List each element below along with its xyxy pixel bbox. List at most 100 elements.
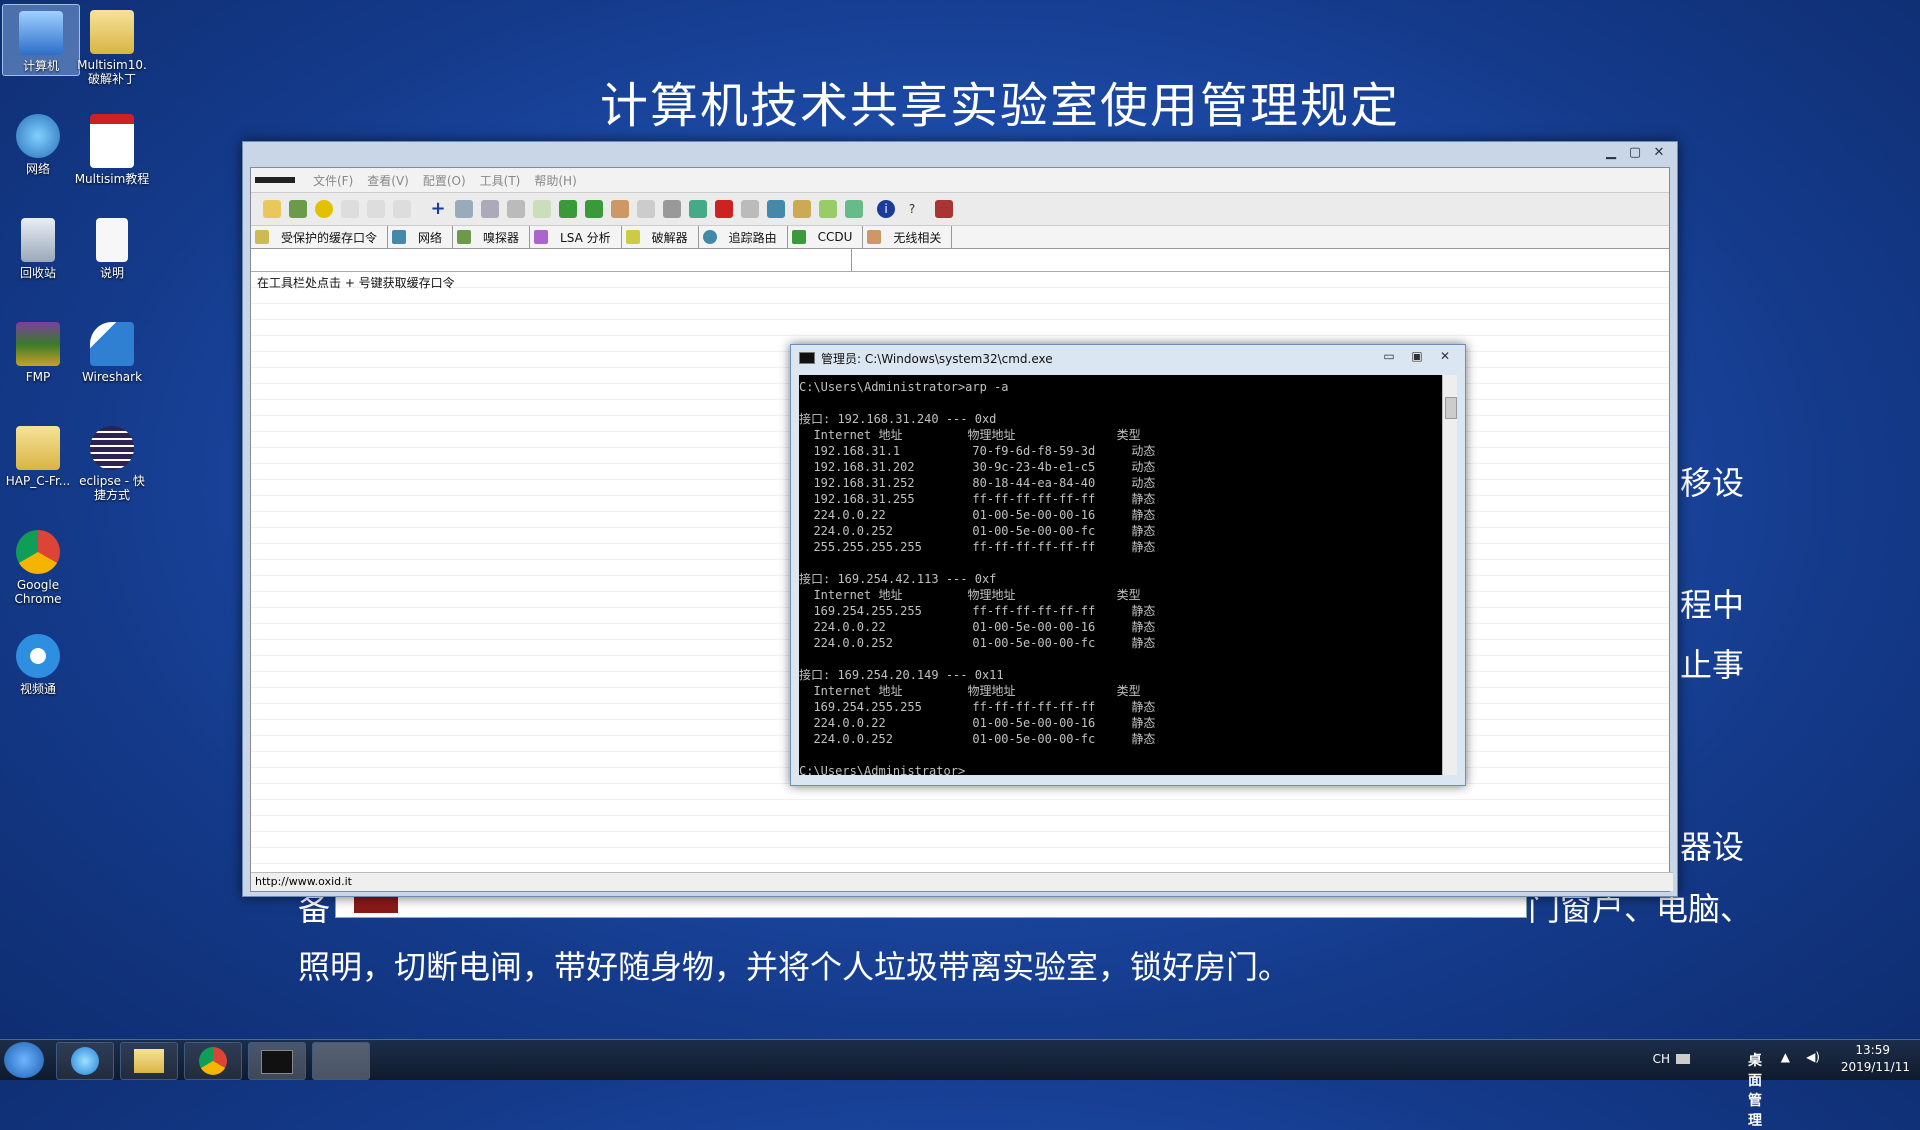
tab-protected-cache[interactable]: 受保护的缓存口令	[251, 226, 389, 248]
copy-icon[interactable]	[741, 200, 759, 218]
eclipse-shortcut-icon[interactable]: eclipse - 快捷方式	[74, 420, 150, 502]
md5-icon[interactable]	[559, 200, 577, 218]
clock-date[interactable]: 2019/11/11	[1841, 1060, 1910, 1074]
radiation-icon[interactable]	[315, 200, 333, 218]
taskbar: CH 桌面管理 ▲ ◀) 13:59 2019/11/11	[0, 1039, 1920, 1129]
http-auth-icon[interactable]	[341, 200, 359, 218]
status-bar: http://www.oxid.it	[251, 872, 1673, 891]
info-icon[interactable]: i	[877, 200, 895, 218]
ie-taskbar-button[interactable]	[56, 1042, 114, 1080]
sniffer-icon[interactable]	[289, 200, 307, 218]
stop-icon[interactable]	[715, 200, 733, 218]
clock-time[interactable]: 13:59	[1855, 1043, 1890, 1057]
board-icon[interactable]	[689, 200, 707, 218]
scroll-thumb[interactable]	[1445, 397, 1457, 419]
folder-icon	[16, 426, 60, 470]
list-header	[251, 249, 1669, 272]
readme-icon[interactable]: 说明	[74, 212, 150, 280]
cmd-console[interactable]: C:\Users\Administrator>arp -a 接口: 192.16…	[799, 375, 1449, 775]
fmp-icon[interactable]: FMP	[0, 316, 76, 384]
cmd-scrollbar[interactable]	[1442, 375, 1457, 775]
plus-icon[interactable]: +	[429, 200, 447, 218]
key-icon	[255, 230, 269, 244]
computer-icon[interactable]: 计算机	[2, 4, 80, 76]
tab-label: 网络	[418, 230, 443, 245]
pdf-icon	[90, 114, 134, 168]
edit-icon[interactable]	[819, 200, 837, 218]
decoder-icon[interactable]	[481, 200, 499, 218]
tab-traceroute[interactable]: 追踪路由	[699, 226, 788, 248]
chrome-shortcut-icon[interactable]: Google Chrome	[0, 524, 76, 606]
multisim-crack-folder-icon[interactable]: Multisim10.破解补丁	[74, 4, 150, 86]
grid-icon[interactable]	[637, 200, 655, 218]
console-icon	[261, 1050, 293, 1074]
refresh-icon[interactable]	[455, 200, 473, 218]
app-logo-icon	[255, 177, 295, 183]
menu-config[interactable]: 配置(O)	[423, 172, 466, 189]
restore-button[interactable]: ▣	[1403, 347, 1431, 365]
minimize-button[interactable]: ▭	[1375, 347, 1403, 365]
keyboard-icon[interactable]	[1676, 1054, 1690, 1064]
menu-file[interactable]: 文件(F)	[313, 172, 353, 189]
db-icon[interactable]	[793, 200, 811, 218]
tray-arrow-icon[interactable]: ▲	[1781, 1050, 1790, 1064]
key-icon[interactable]	[611, 200, 629, 218]
hash-icon[interactable]	[533, 200, 551, 218]
minimize-button[interactable]: ▁	[1599, 144, 1623, 162]
wireshark-icon[interactable]: Wireshark	[74, 316, 150, 384]
folder-icon	[90, 10, 134, 54]
mqp-icon[interactable]	[585, 200, 603, 218]
tab-cracker[interactable]: 破解器	[622, 226, 699, 248]
open-icon[interactable]	[263, 200, 281, 218]
network-tool-icon[interactable]	[767, 200, 785, 218]
hap-folder-icon[interactable]: HAP_C-Fr...	[0, 420, 76, 488]
menu-view[interactable]: 查看(V)	[367, 172, 409, 189]
recycle-bin-icon[interactable]: 回收站	[0, 212, 76, 280]
document-icon	[96, 218, 128, 262]
tab-bar: 受保护的缓存口令 网络 嗅探器 LSA 分析 破解器 追踪路由 CCDU 无线相…	[251, 226, 1669, 249]
help-icon[interactable]: ?	[903, 200, 921, 218]
base64-icon[interactable]	[507, 200, 525, 218]
tab-ccdu[interactable]: CCDU	[788, 226, 864, 248]
shark-fin-icon	[90, 322, 134, 366]
maximize-button[interactable]: ▢	[1623, 144, 1647, 162]
console-icon	[799, 352, 815, 364]
close-button[interactable]: ✕	[1431, 347, 1459, 365]
icon-label: eclipse - 快捷方式	[79, 474, 145, 502]
start-button[interactable]	[4, 1042, 44, 1078]
password-icon[interactable]	[663, 200, 681, 218]
ccdu-icon	[791, 230, 806, 244]
wifi-icon[interactable]	[845, 200, 863, 218]
icon-label: 视频通	[19, 682, 56, 696]
archive-icon	[16, 322, 60, 366]
menu-help[interactable]: 帮助(H)	[534, 172, 576, 189]
tab-sniffer[interactable]: 嗅探器	[453, 226, 531, 248]
globe-icon	[392, 230, 407, 244]
chall-reset-icon[interactable]	[367, 200, 385, 218]
lsa-icon	[534, 230, 549, 244]
close-button[interactable]: ✕	[1647, 144, 1671, 162]
icon-label: Multisim10.破解补丁	[77, 58, 147, 86]
icon-label: HAP_C-Fr...	[5, 474, 71, 488]
icon-label: 计算机	[22, 59, 59, 73]
tab-network[interactable]: 网络	[388, 226, 454, 248]
cracker-icon	[625, 230, 640, 244]
multisim-pdf-icon[interactable]: Multisim教程	[74, 108, 150, 186]
volume-icon[interactable]: ◀)	[1806, 1050, 1820, 1064]
video-call-icon[interactable]: 视频通	[0, 628, 76, 696]
explorer-taskbar-button[interactable]	[120, 1042, 178, 1080]
cain-taskbar-button[interactable]	[312, 1042, 370, 1080]
desktop-manager-label[interactable]: 桌面管理	[1748, 1050, 1762, 1130]
language-indicator[interactable]: CH	[1653, 1052, 1670, 1066]
network-icon[interactable]: 网络	[0, 108, 76, 176]
menu-tools[interactable]: 工具(T)	[480, 172, 521, 189]
chall-ntlm-icon[interactable]	[393, 200, 411, 218]
chrome-taskbar-button[interactable]	[184, 1042, 242, 1080]
cmd-output: C:\Users\Administrator>arp -a 接口: 192.16…	[799, 380, 1156, 775]
tab-wireless[interactable]: 无线相关	[863, 226, 953, 248]
tab-lsa[interactable]: LSA 分析	[530, 226, 622, 248]
cmd-taskbar-button[interactable]	[248, 1042, 306, 1080]
pillar-icon[interactable]	[935, 200, 953, 218]
cmd-window[interactable]: 管理员: C:\Windows\system32\cmd.exe ▭ ▣ ✕ C…	[790, 344, 1466, 786]
icon-label: 网络	[25, 162, 50, 176]
